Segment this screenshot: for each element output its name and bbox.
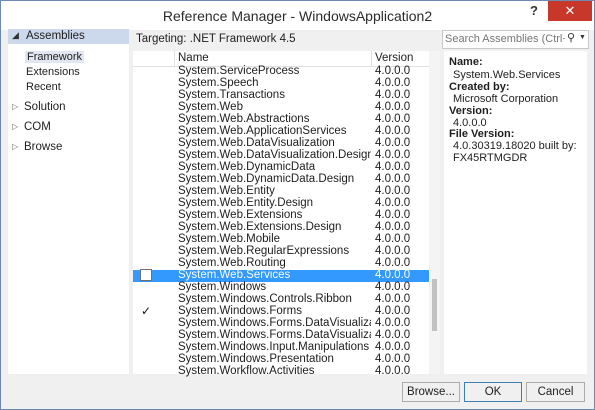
row-name: System.Windows.Input.Manipulations <box>178 341 370 353</box>
row-version: 4.0.0.0 <box>375 293 411 305</box>
row-version: 4.0.0.0 <box>375 137 411 149</box>
header-divider <box>371 51 372 66</box>
row-version: 4.0.0.0 <box>375 341 411 353</box>
close-icon: ✕ <box>564 3 576 18</box>
row-version: 4.0.0.0 <box>375 125 411 137</box>
cancel-button[interactable]: Cancel <box>526 382 585 402</box>
row-version: 4.0.0.0 <box>375 101 411 113</box>
nav-browse-label: Browse <box>24 141 63 153</box>
row-name: System.Windows.Forms <box>178 305 302 317</box>
targeting-label: Targeting: .NET Framework 4.5 <box>136 33 296 45</box>
row-version: 4.0.0.0 <box>375 353 411 365</box>
table-row[interactable]: System.Workflow.Activities 4.0.0.0 <box>133 365 429 378</box>
detail-fileversion-value-2: FX45RTMGDR <box>453 152 528 164</box>
collapsed-triangle-icon: ▷ <box>12 122 19 131</box>
header-version[interactable]: Version <box>375 52 413 64</box>
list-scrollbar[interactable] <box>429 51 440 374</box>
row-name: System.Web.DynamicData.Design <box>178 173 355 185</box>
checkmark-icon[interactable]: ✓ <box>141 304 151 318</box>
detail-version-label: Version: <box>449 105 493 117</box>
ok-button[interactable]: OK <box>464 382 522 402</box>
detail-name-value: System.Web.Services <box>453 69 561 81</box>
row-name: System.Web.DataVisualization.Design <box>178 149 371 161</box>
row-name: System.Workflow.Activities <box>178 365 315 377</box>
row-name: System.Windows.Forms.DataVisualization <box>178 317 371 329</box>
row-version: 4.0.0.0 <box>375 365 411 377</box>
reference-manager-window: Reference Manager - WindowsApplication2 … <box>0 0 595 410</box>
row-name: System.Web.Entity <box>178 185 275 197</box>
row-name: System.Web.Entity.Design <box>178 197 314 209</box>
collapsed-triangle-icon: ▷ <box>12 102 19 111</box>
row-name: System.Web <box>178 101 243 113</box>
row-version: 4.0.0.0 <box>375 113 411 125</box>
row-version: 4.0.0.0 <box>375 209 411 221</box>
nav-item-extensions[interactable]: Extensions <box>26 66 80 78</box>
row-name: System.Web.Routing <box>178 257 286 269</box>
nav-com-label: COM <box>24 121 51 133</box>
row-version: 4.0.0.0 <box>375 329 411 341</box>
row-name: System.Web.Services <box>178 269 291 281</box>
scrollbar-thumb[interactable] <box>432 279 437 331</box>
detail-fileversion-value: 4.0.30319.18020 built by: <box>453 140 577 152</box>
row-name: System.Web.DynamicData <box>178 161 316 173</box>
assembly-list[interactable]: Name Version System.ServiceProcess 4.0.0.… <box>133 51 440 377</box>
row-checkbox[interactable] <box>140 269 152 281</box>
row-version: 4.0.0.0 <box>375 173 411 185</box>
navigation-pane: ◢ Assemblies Framework Extensions Recent… <box>8 29 129 374</box>
collapsed-triangle-icon: ▷ <box>12 142 19 151</box>
row-version: 4.0.0.0 <box>375 233 411 245</box>
row-name: System.Windows <box>178 281 267 293</box>
browse-button[interactable]: Browse... <box>402 382 460 402</box>
row-version: 4.0.0.0 <box>375 77 411 89</box>
row-name: System.Web.Abstractions <box>178 113 310 125</box>
help-icon: ? <box>530 3 538 18</box>
row-name: System.Web.Extensions.Design <box>178 221 342 233</box>
window-title: Reference Manager - WindowsApplication2 <box>162 8 433 24</box>
row-name: System.Web.DataVisualization <box>178 137 335 149</box>
header-divider <box>174 51 175 66</box>
row-name: System.Windows.Controls.Ribbon <box>178 293 352 305</box>
detail-fileversion-label: File Version: <box>449 128 515 140</box>
row-name: System.Web.Mobile <box>178 233 281 245</box>
row-name: System.Windows.Forms.DataVisualization.D… <box>178 329 371 341</box>
detail-name-label: Name: <box>449 56 483 68</box>
search-icon[interactable]: ⚲ <box>567 31 575 44</box>
nav-item-recent[interactable]: Recent <box>26 81 61 93</box>
row-version: 4.0.0.0 <box>375 257 411 269</box>
row-version: 4.0.0.0 <box>375 305 411 317</box>
row-name: System.Web.ApplicationServices <box>178 125 347 137</box>
row-name: System.Windows.Presentation <box>178 353 334 365</box>
chevron-down-icon[interactable]: ▼ <box>579 34 586 41</box>
row-version: 4.0.0.0 <box>375 185 411 197</box>
row-name: System.ServiceProcess <box>178 65 300 77</box>
row-version: 4.0.0.0 <box>375 89 411 101</box>
row-version: 4.0.0.0 <box>375 317 411 329</box>
nav-item-framework[interactable]: Framework <box>25 51 85 63</box>
help-button[interactable]: ? <box>521 1 547 21</box>
title-bar: Reference Manager - WindowsApplication2 … <box>1 1 594 30</box>
search-box[interactable]: ⚲ ▼ <box>442 30 589 49</box>
details-pane: Name: System.Web.Services Created by: Mi… <box>444 51 587 374</box>
row-version: 4.0.0.0 <box>375 197 411 209</box>
row-name: System.Transactions <box>178 89 285 101</box>
row-name: System.Speech <box>178 77 259 89</box>
nav-assemblies[interactable]: ◢ Assemblies <box>8 29 129 44</box>
row-version: 4.0.0.0 <box>375 221 411 233</box>
header-name[interactable]: Name <box>178 52 209 64</box>
nav-assemblies-label: Assemblies <box>26 30 85 42</box>
detail-createdby-label: Created by: <box>449 81 510 93</box>
row-version: 4.0.0.0 <box>375 269 411 281</box>
row-version: 4.0.0.0 <box>375 161 411 173</box>
nav-solution-label: Solution <box>24 101 66 113</box>
detail-createdby-value: Microsoft Corporation <box>453 93 559 105</box>
row-name: System.Web.RegularExpressions <box>178 245 350 257</box>
row-version: 4.0.0.0 <box>375 65 411 77</box>
close-button[interactable]: ✕ <box>548 1 592 21</box>
search-input[interactable] <box>445 32 565 46</box>
row-version: 4.0.0.0 <box>375 281 411 293</box>
expanded-triangle-icon: ◢ <box>12 30 19 40</box>
row-name: System.Web.Extensions <box>178 209 303 221</box>
row-version: 4.0.0.0 <box>375 245 411 257</box>
row-version: 4.0.0.0 <box>375 149 411 161</box>
